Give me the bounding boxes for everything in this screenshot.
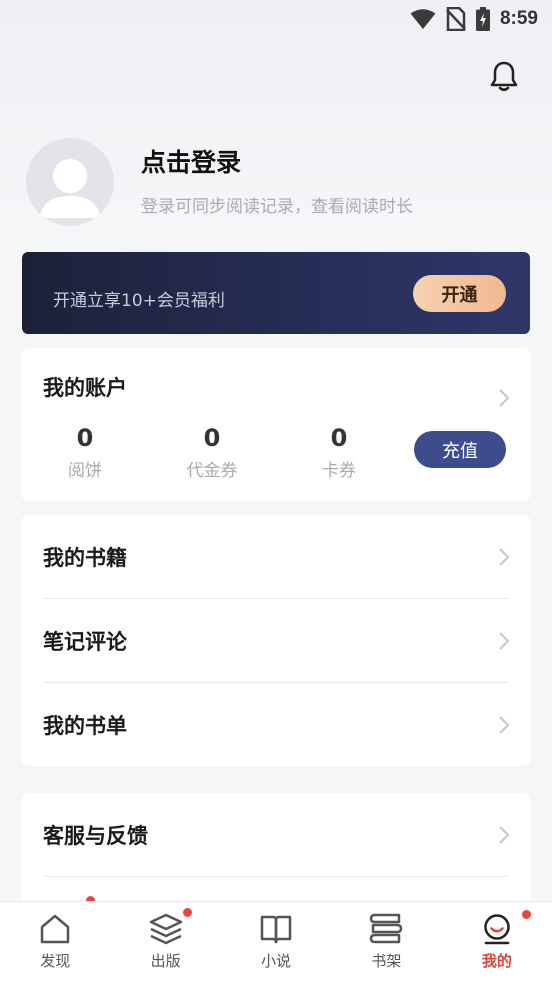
vip-banner-text: 开通立享10+会员福利 [53, 291, 225, 311]
books-card: 我的书籍 笔记评论 我的书单 [22, 515, 530, 766]
nav-label: 小说 [261, 952, 292, 970]
menu-item-label: 我的书籍 [43, 546, 127, 570]
stat-coupon[interactable]: 0 卡券 [299, 424, 379, 481]
house-icon [40, 914, 70, 944]
stat-value: 0 [203, 424, 221, 452]
stat-label: 阅饼 [68, 461, 102, 481]
nav-label: 我的 [481, 952, 512, 970]
book-open-icon [260, 915, 292, 944]
chevron-right-icon [499, 632, 510, 650]
login-subtitle: 登录可同步阅读记录，查看阅读时长 [141, 197, 413, 217]
nav-label: 发现 [40, 952, 71, 970]
chevron-right-icon[interactable] [498, 388, 510, 408]
menu-item-label: 笔记评论 [43, 630, 127, 654]
notification-bell-icon[interactable] [486, 58, 522, 94]
layers-icon [149, 913, 182, 945]
divider [43, 876, 509, 877]
wifi-icon [410, 8, 436, 30]
chevron-right-icon [499, 716, 510, 734]
menu-item-service-feedback[interactable]: 客服与反馈 [22, 793, 530, 877]
account-card: 我的账户 0 阅饼 0 代金券 0 卡券 充值 [22, 348, 530, 501]
menu-item-notes-comments[interactable]: 笔记评论 [22, 599, 530, 683]
login-title[interactable]: 点击登录 [141, 143, 241, 179]
avatar[interactable] [26, 138, 114, 226]
nav-tab-mine[interactable]: 我的 [442, 902, 552, 983]
default-avatar-icon [40, 159, 100, 218]
nav-label: 出版 [150, 952, 181, 970]
notification-dot [521, 910, 531, 919]
menu-item-my-books[interactable]: 我的书籍 [22, 515, 530, 599]
status-bar: 8:59 [0, 0, 552, 38]
notification-dot [183, 908, 193, 917]
recharge-button[interactable]: 充值 [414, 431, 506, 468]
battery-charging-icon [475, 7, 490, 31]
chevron-right-icon [499, 826, 510, 844]
nav-tab-bookshelf[interactable]: 书架 [331, 902, 441, 983]
nav-tab-publish[interactable]: 出版 [110, 902, 220, 983]
bookshelf-icon [370, 913, 403, 944]
menu-item-label: 客服与反馈 [43, 824, 148, 848]
stat-label: 代金券 [186, 461, 238, 481]
vip-open-button[interactable]: 开通 [413, 275, 506, 312]
no-sim-icon [446, 7, 466, 31]
account-title[interactable]: 我的账户 [43, 372, 127, 402]
menu-item-my-booklist[interactable]: 我的书单 [22, 683, 530, 767]
vip-banner[interactable]: 开通立享10+会员福利 开通 [22, 252, 530, 334]
stat-value: 0 [330, 424, 348, 452]
stat-voucher[interactable]: 0 代金券 [172, 424, 252, 481]
menu-item-label: 我的书单 [43, 714, 127, 738]
profile-face-icon [484, 914, 510, 945]
chevron-right-icon [499, 548, 510, 566]
status-time: 8:59 [499, 8, 538, 29]
bottom-nav: 发现 出版 小说 书架 我的 [0, 901, 552, 983]
nav-tab-discover[interactable]: 发现 [0, 902, 110, 983]
nav-tab-novel[interactable]: 小说 [221, 902, 331, 983]
stat-value: 0 [76, 424, 94, 452]
stat-yuebing[interactable]: 0 阅饼 [45, 424, 125, 481]
nav-label: 书架 [371, 952, 402, 970]
stat-label: 卡券 [322, 461, 356, 481]
